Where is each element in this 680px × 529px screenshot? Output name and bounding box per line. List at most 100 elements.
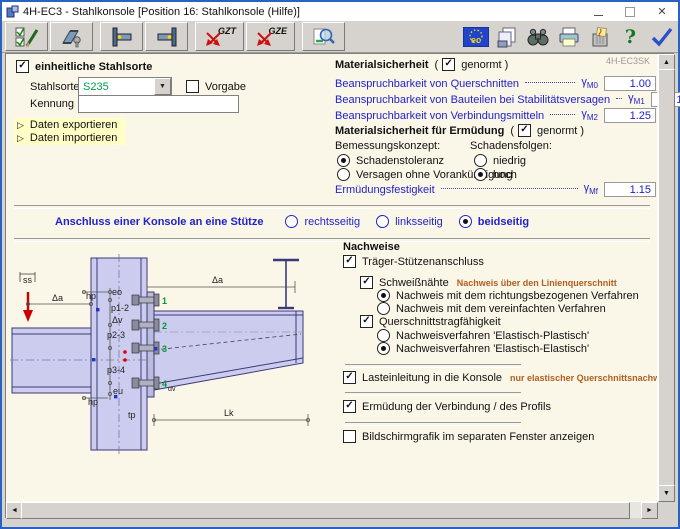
hoch-label: hoch — [493, 169, 517, 181]
import-data-link[interactable]: ▷ Daten importieren — [14, 131, 125, 145]
horizontal-scrollbar[interactable]: ◄ ► — [6, 501, 658, 518]
richtungsbezogen-radio[interactable] — [377, 289, 390, 302]
hp-bottom-label: hp — [88, 397, 98, 407]
tp-label: tp — [128, 410, 136, 420]
elastisch-plastisch-label: Nachweisverfahren 'Elastisch-Plastisch' — [396, 330, 589, 342]
beidseitig-radio[interactable] — [459, 215, 472, 228]
gamma-row-label: Beanspruchbarkeit von Bauteilen bei Stab… — [335, 94, 610, 106]
traeger-checkbox[interactable] — [343, 255, 356, 268]
dv-label: Δv — [112, 315, 123, 325]
profile-button[interactable] — [50, 22, 93, 51]
fatigue-strength-row: Ermüdungsfestigkeit γMf 1.15 — [335, 182, 656, 197]
niedrig-radio[interactable] — [474, 154, 487, 167]
vereinfacht-radio[interactable] — [377, 302, 390, 315]
vertical-scrollbar[interactable]: ▲ ▼ — [657, 54, 674, 518]
connection-left-icon — [109, 25, 135, 49]
content-panel: 4H-EC3SK einheitliche Stahlsorte Stahlso… — [5, 53, 674, 518]
gzt-button[interactable]: GZT — [195, 22, 244, 51]
svg-text:GZE: GZE — [268, 26, 287, 36]
connection-right-button[interactable] — [145, 22, 188, 51]
svg-text:ec: ec — [470, 35, 480, 45]
printer-icon — [557, 25, 581, 49]
product-watermark: 4H-EC3SK — [606, 56, 650, 66]
print-button[interactable] — [555, 24, 582, 50]
gze-arrows-icon: GZE — [254, 25, 288, 49]
material-norm-checkbox[interactable] — [442, 58, 455, 71]
binoculars-icon — [526, 25, 550, 49]
schadenstoleranz-label: Schadenstoleranz — [356, 155, 444, 167]
vereinfacht-label: Nachweis mit dem vereinfachten Verfahren — [396, 303, 606, 315]
p34-label: p3-4 — [107, 365, 125, 375]
uniform-steel-checkbox[interactable] — [16, 60, 29, 73]
bolt-number: 2 — [162, 321, 167, 331]
gzt-arrows-icon: GZT — [203, 25, 237, 49]
gamma-m0-field[interactable]: 1.00 — [604, 76, 656, 91]
eurocode-button[interactable]: ec — [462, 24, 489, 50]
traeger-row: Träger-Stützenanschluss — [343, 255, 484, 268]
gamma-row: Beanspruchbarkeit von Querschnitten γM0 … — [335, 76, 656, 91]
weld-option-row: Nachweis mit dem vereinfachten Verfahren — [377, 302, 606, 315]
divider — [14, 205, 650, 209]
fatigue-strength-label: Ermüdungsfestigkeit — [335, 184, 435, 196]
chevron-down-icon[interactable]: ▼ — [154, 78, 171, 95]
scroll-right-button[interactable]: ► — [641, 502, 658, 519]
schadenstoleranz-radio[interactable] — [337, 154, 350, 167]
scroll-down-button[interactable]: ▼ — [658, 485, 675, 502]
hoch-radio[interactable] — [474, 168, 487, 181]
preview-button[interactable] — [302, 22, 345, 51]
kennung-row: Kennung — [30, 95, 239, 113]
close-button[interactable]: ✕ — [646, 2, 678, 21]
gamma-row-label: Beanspruchbarkeit von Verbindungsmitteln — [335, 110, 544, 122]
export-data-link[interactable]: ▷ Daten exportieren — [14, 118, 125, 132]
p23-label: p2-3 — [107, 330, 125, 340]
help-button[interactable]: ? — [617, 24, 644, 50]
concept-option-row: Schadenstoleranz — [337, 154, 444, 167]
magnifier-document-icon — [311, 25, 337, 49]
steel-grade-dropdown[interactable]: S235 ▼ — [78, 77, 172, 96]
versagen-radio[interactable] — [337, 168, 350, 181]
fatigue-norm-checkbox[interactable] — [518, 124, 531, 137]
discard-button[interactable] — [586, 24, 613, 50]
edit-parameters-button[interactable] — [5, 22, 48, 51]
divider — [345, 364, 521, 368]
elastisch-plastisch-radio[interactable] — [377, 329, 390, 342]
vertical-scroll-thumb[interactable] — [658, 69, 675, 487]
horizontal-scroll-thumb[interactable] — [21, 502, 630, 519]
section-option-row: Nachweisverfahren 'Elastisch-Plastisch' — [377, 329, 589, 342]
section-option-row: Nachweisverfahren 'Elastisch-Elastisch' — [377, 342, 589, 355]
kennung-input[interactable] — [78, 95, 239, 113]
maximize-button[interactable] — [614, 2, 646, 21]
search-button[interactable] — [524, 24, 551, 50]
linksseitig-radio[interactable] — [376, 215, 389, 228]
rechtsseitig-radio[interactable] — [285, 215, 298, 228]
load-checkbox[interactable] — [343, 371, 356, 384]
concept-label: Bemessungskonzept: — [335, 140, 440, 152]
main-toolbar: GZT GZE — [2, 21, 678, 53]
weld-checkbox[interactable] — [360, 276, 373, 289]
section-label: Querschnittstragfähigkeit — [379, 316, 501, 328]
divider — [345, 422, 521, 426]
gamma-row: Beanspruchbarkeit von Bauteilen bei Stab… — [335, 92, 656, 107]
section-checkbox[interactable] — [360, 315, 373, 328]
richtungsbezogen-label: Nachweis mit dem richtungsbezogenen Verf… — [396, 290, 639, 302]
bolt-number: 1 — [162, 296, 167, 306]
copy-button[interactable] — [493, 24, 520, 50]
vorgabe-checkbox[interactable] — [186, 80, 199, 93]
elastisch-elastisch-radio[interactable] — [377, 342, 390, 355]
fatigue-norm-label: genormt — [537, 125, 577, 137]
av-label: αv — [168, 386, 176, 393]
gamma-mf-field[interactable]: 1.15 — [604, 182, 656, 197]
load-label: Lasteinleitung in die Konsole — [362, 372, 502, 384]
confirm-button[interactable] — [648, 24, 675, 50]
fatigue-check-checkbox[interactable] — [343, 400, 356, 413]
connection-left-button[interactable] — [100, 22, 143, 51]
bolt-number: 3 — [162, 344, 167, 354]
gamma-m2-field[interactable]: 1.25 — [604, 108, 656, 123]
consequence-option-row: niedrig — [474, 154, 526, 167]
screen-checkbox[interactable] — [343, 430, 356, 443]
checklist-pencil-icon — [14, 25, 40, 49]
uniform-steel-label: einheitliche Stahlsorte — [35, 61, 152, 73]
minimize-button[interactable] — [582, 2, 614, 21]
uniform-steel-row: einheitliche Stahlsorte — [16, 60, 152, 73]
gze-button[interactable]: GZE — [246, 22, 295, 51]
